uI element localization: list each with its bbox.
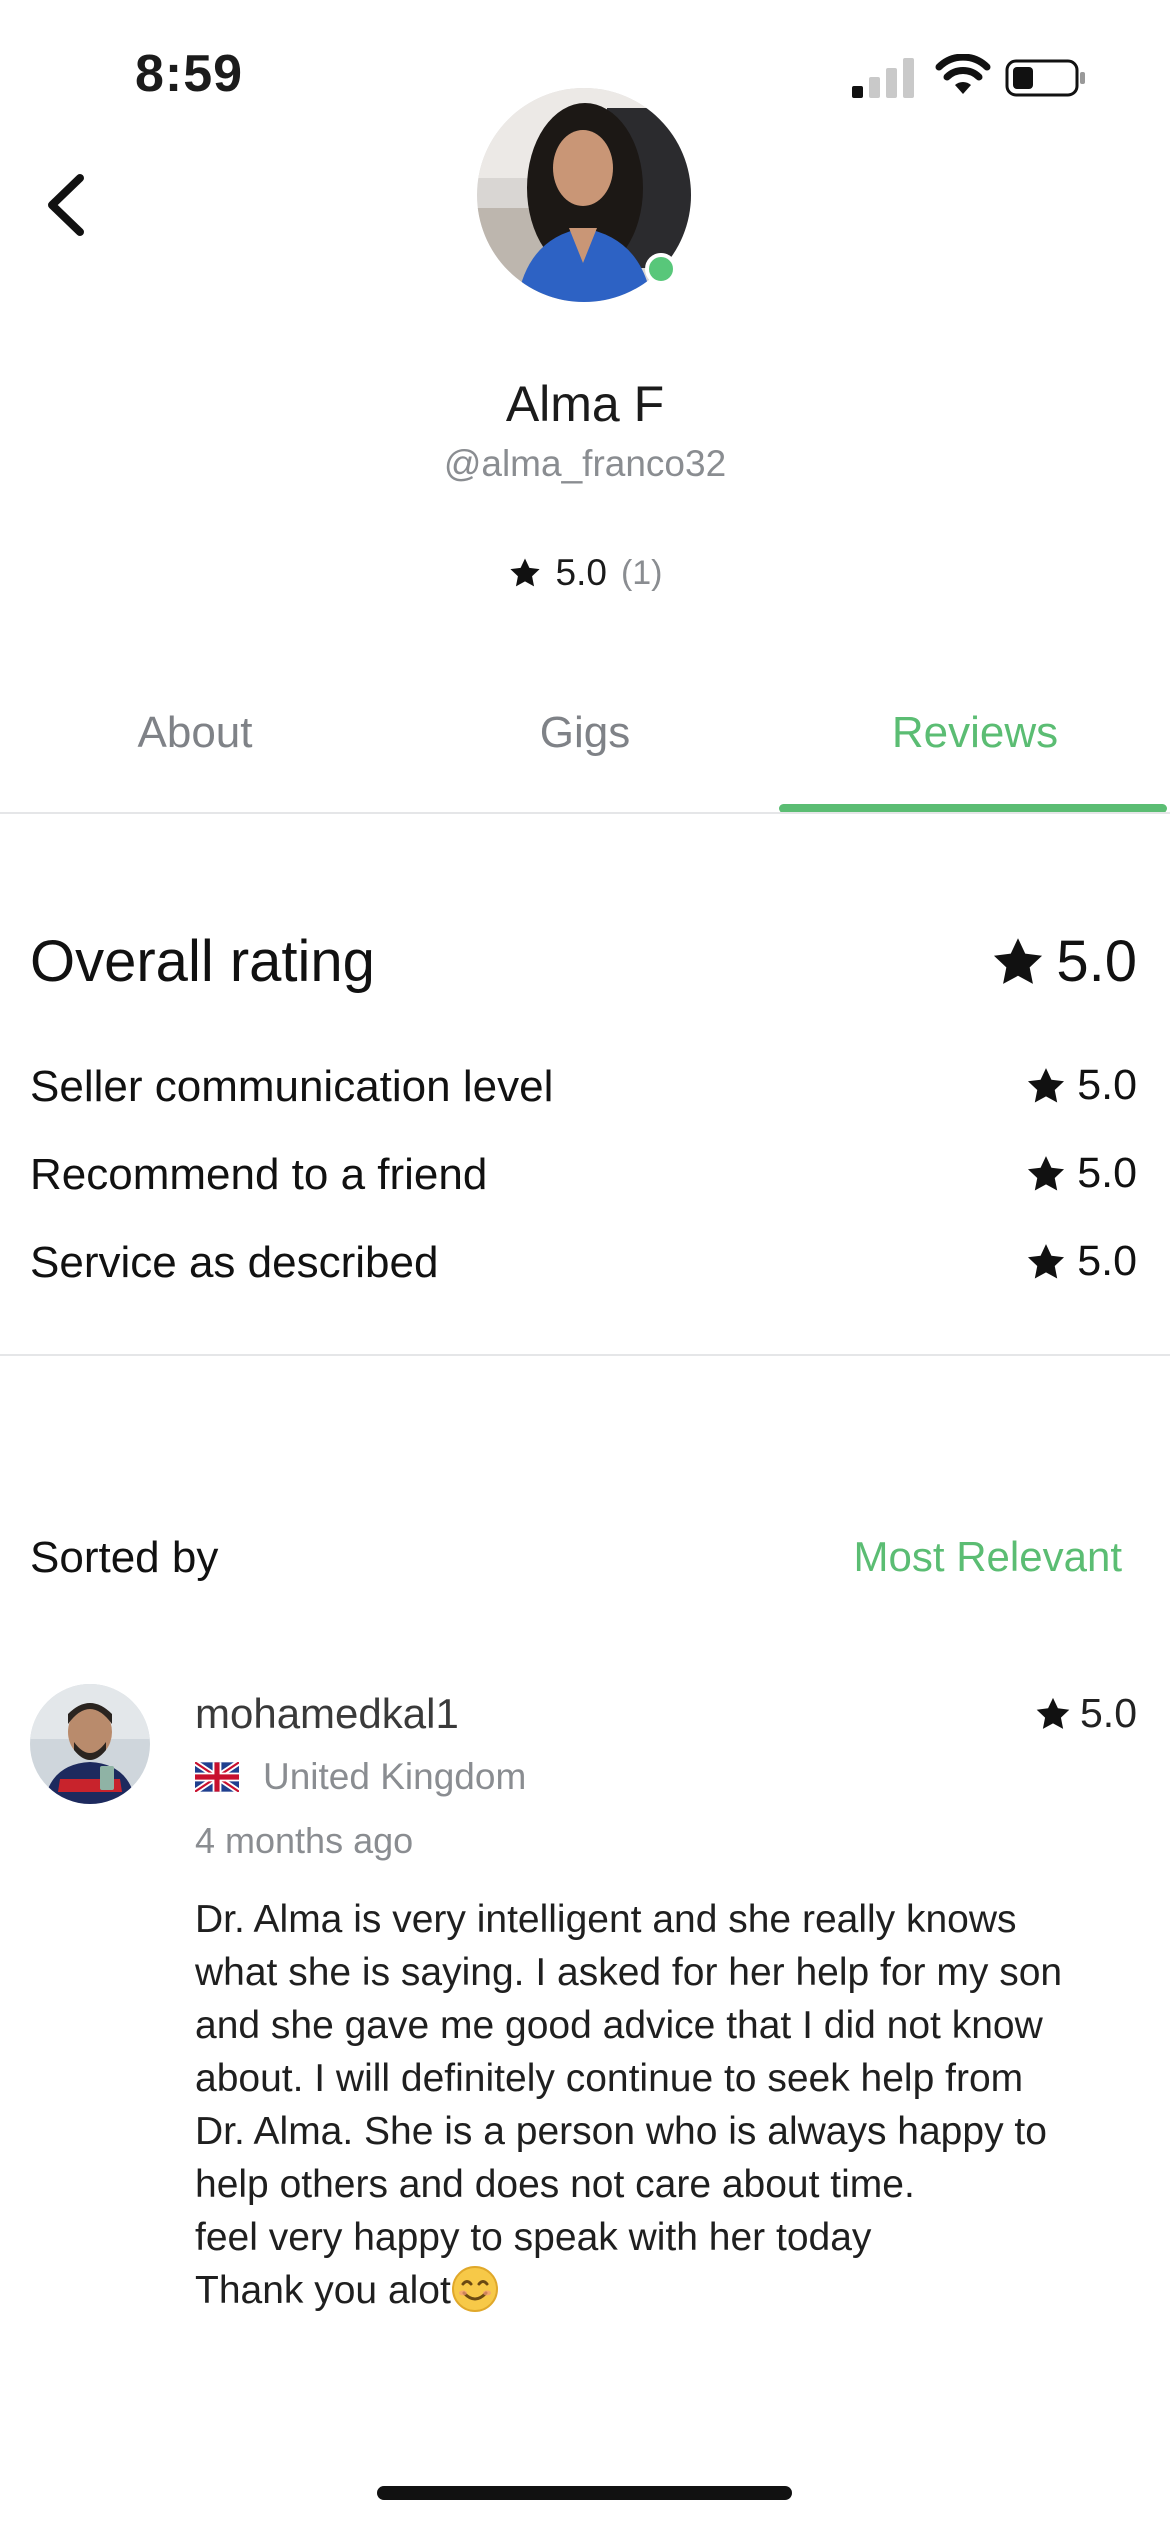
rating-value-service: 5.0 <box>1025 1237 1137 1286</box>
overall-rating-value: 5.0 <box>990 928 1137 995</box>
review-time-ago: 4 months ago <box>195 1820 414 1861</box>
rating-value-recommend: 5.0 <box>1025 1149 1137 1198</box>
star-icon <box>990 934 1046 990</box>
star-icon <box>1025 1153 1067 1195</box>
status-time: 8:59 <box>135 45 244 103</box>
rating-number: 5.0 <box>1077 1149 1137 1197</box>
tabs-divider <box>0 812 1170 814</box>
star-icon <box>1034 1695 1072 1733</box>
online-status-dot <box>645 253 677 285</box>
review-line: feel very happy to speak with her today <box>195 2216 872 2259</box>
rating-value-communication: 5.0 <box>1025 1061 1137 1110</box>
tab-reviews[interactable]: Reviews <box>780 708 1170 758</box>
back-chevron-icon[interactable] <box>42 170 92 240</box>
review-line: help others and does not care about time… <box>195 2163 915 2206</box>
rating-number: 5.0 <box>1077 1237 1137 1285</box>
sort-option-button[interactable]: Most Relevant <box>854 1533 1122 1581</box>
cellular-signal-icon <box>852 58 914 98</box>
reviewer-avatar[interactable] <box>30 1684 150 1804</box>
star-icon <box>508 556 542 590</box>
tab-gigs[interactable]: Gigs <box>390 708 780 758</box>
home-indicator[interactable] <box>377 2486 792 2500</box>
profile-name: Alma F <box>505 376 665 432</box>
rating-label-recommend: Recommend to a friend <box>30 1150 488 1199</box>
review-line-last: Thank you alot <box>195 2264 1145 2317</box>
review-line: Thank you alot <box>195 2269 451 2312</box>
review-rating: 5.0 <box>1034 1690 1137 1737</box>
overall-rating-number: 5.0 <box>1056 929 1137 994</box>
star-icon <box>1025 1241 1067 1283</box>
profile-review-count: (1) <box>620 553 663 592</box>
review-line: Dr. Alma. She is a person who is always … <box>195 2110 1047 2153</box>
profile-rating: 5.0 (1) <box>0 552 1170 594</box>
review-line: about. I will definitely continue to see… <box>195 2057 1024 2100</box>
review-line: Dr. Alma is very intelligent and she rea… <box>195 1898 1017 1941</box>
battery-icon <box>1005 59 1085 97</box>
review-line: what she is saying. I asked for her help… <box>195 1951 1063 1994</box>
rating-label-communication: Seller communication level <box>30 1062 554 1111</box>
review-text: Dr. Alma is very intelligent and she rea… <box>195 1893 1145 2317</box>
smiling-face-emoji-icon <box>451 2266 498 2312</box>
tab-about[interactable]: About <box>0 708 390 758</box>
ratings-divider <box>0 1354 1170 1356</box>
sorted-by-label: Sorted by <box>30 1533 219 1582</box>
rating-label-service: Service as described <box>30 1238 439 1287</box>
rating-number: 5.0 <box>1077 1061 1137 1109</box>
reviewer-username[interactable]: mohamedkal1 <box>195 1690 459 1738</box>
uk-flag-icon <box>195 1762 239 1792</box>
star-icon <box>1025 1065 1067 1107</box>
overall-rating-label: Overall rating <box>30 929 375 994</box>
profile-handle: @alma_franco32 <box>443 443 727 484</box>
review-rating-value: 5.0 <box>1080 1690 1137 1736</box>
profile-rating-value: 5.0 <box>555 552 607 593</box>
reviewer-country: United Kingdom <box>263 1756 527 1797</box>
wifi-icon <box>935 54 991 94</box>
review-line: and she gave me good advice that I did n… <box>195 2004 1043 2047</box>
